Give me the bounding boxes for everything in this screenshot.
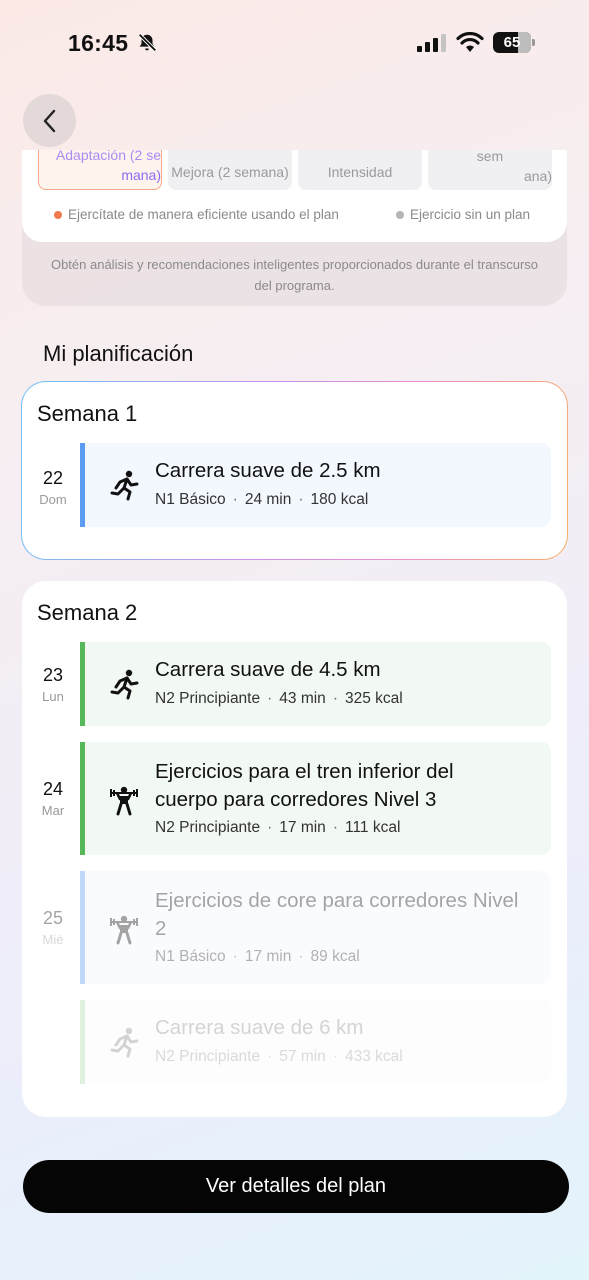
- workout-level: N2 Principiante: [155, 1048, 261, 1065]
- weightlifting-icon: [110, 786, 138, 816]
- workout-level: N2 Principiante: [155, 690, 261, 707]
- status-bar: 16:45 65: [0, 0, 589, 88]
- plan-phases-panel: Adaptación (2 se mana) Mejora (2 semana)…: [22, 150, 567, 242]
- week-card-1: Semana 1 22 Dom Carrera suave de 2.5 km …: [22, 382, 567, 559]
- workout-meta: N2 Principiante · 17 min · 111 kcal: [155, 819, 401, 836]
- workout-calories: 111 kcal: [344, 819, 401, 836]
- workout-level: N2 Principiante: [155, 819, 261, 836]
- workout-item[interactable]: Carrera suave de 2.5 km N1 Básico · 24 min…: [80, 443, 551, 527]
- day-number: 23: [42, 665, 64, 685]
- plan-footnote: Obtén análisis y recomendaciones intelig…: [50, 257, 539, 293]
- battery-level: 65: [503, 34, 521, 51]
- workout-meta: N1 Básico · 24 min · 180 kcal: [155, 491, 369, 508]
- day-label: 23 Lun: [30, 665, 76, 704]
- workout-title: Carrera suave de 2.5 km: [155, 459, 381, 482]
- chevron-left-icon: [43, 109, 55, 132]
- workout-meta: N1 Básico · 17 min · 89 kcal: [155, 948, 360, 965]
- day-number: 25: [42, 908, 64, 928]
- legend-label: Ejercítate de manera eficiente usando el…: [68, 207, 339, 222]
- workout-item[interactable]: Carrera suave de 6 km N2 Principiante · 57…: [80, 1000, 551, 1084]
- phase-competition[interactable]: Competición (4 sem ana): [428, 150, 552, 190]
- workout-calories: 325 kcal: [344, 690, 403, 707]
- day-number: 22: [42, 468, 64, 488]
- signal-icon: [417, 34, 446, 52]
- phase-label: Mejora (2 semana): [171, 164, 289, 180]
- day-label: 25 Mié: [30, 908, 76, 947]
- phase-improvement[interactable]: Mejora (2 semana): [168, 150, 292, 190]
- phase-intensity[interactable]: Intensidad: [298, 150, 422, 190]
- workout-duration: 57 min: [279, 1048, 326, 1065]
- view-plan-details-button[interactable]: Ver detalles del plan: [23, 1160, 569, 1213]
- running-icon: [110, 669, 139, 700]
- section-title: Mi planificación: [43, 341, 194, 366]
- week-title: Semana 2: [37, 600, 138, 625]
- running-icon: [110, 1027, 139, 1058]
- week-card-2: Semana 2 23 Lun Carrera suave de 4.5 km …: [22, 581, 567, 1117]
- wifi-icon: [456, 32, 484, 52]
- plan-overview-card: Adaptación (2 se mana) Mejora (2 semana)…: [22, 150, 567, 306]
- phase-label: Competición (4 sem: [476, 150, 504, 164]
- workout-title: Ejercicios para el tren inferior del cue…: [155, 760, 454, 811]
- workout-level: N1 Básico: [155, 948, 226, 965]
- workout-duration: 17 min: [244, 948, 292, 965]
- week-title: Semana 1: [37, 401, 138, 426]
- status-time: 16:45: [68, 30, 129, 56]
- workout-calories: 89 kcal: [310, 948, 360, 965]
- workout-meta: N2 Principiante · 57 min · 433 kcal: [155, 1048, 403, 1065]
- phase-label: mana): [121, 167, 161, 183]
- legend-dot: [54, 210, 62, 219]
- workout-item[interactable]: Ejercicios de core para corredores Nivel…: [80, 871, 551, 984]
- day-label: 22 Dom: [30, 468, 76, 507]
- workout-title: Ejercicios de core para corredores Nivel…: [155, 889, 519, 940]
- day-name: Mar: [41, 803, 65, 818]
- weightlifting-icon: [110, 915, 138, 945]
- workout-calories: 180 kcal: [310, 491, 369, 508]
- bell-off-icon: [138, 33, 157, 52]
- phase-label: Intensidad: [327, 164, 393, 180]
- workout-duration: 24 min: [244, 491, 292, 508]
- workout-meta: N2 Principiante · 43 min · 325 kcal: [155, 690, 403, 707]
- legend-label: Ejercicio sin un plan: [410, 207, 531, 222]
- running-icon: [110, 470, 139, 501]
- phase-adaptation[interactable]: Adaptación (2 se mana): [38, 150, 162, 190]
- back-button[interactable]: [23, 94, 76, 147]
- legend-dot: [396, 210, 404, 219]
- day-name: Mié: [42, 932, 64, 947]
- workout-item[interactable]: Ejercicios para el tren inferior del cue…: [80, 742, 551, 855]
- battery-icon: 65: [493, 32, 535, 53]
- workout-level: N1 Básico: [155, 491, 226, 508]
- day-number: 24: [42, 779, 64, 799]
- workout-duration: 43 min: [279, 690, 326, 707]
- day-name: Lun: [42, 689, 64, 704]
- legend-item-without-plan: Ejercicio sin un plan: [396, 207, 530, 222]
- workout-item[interactable]: Carrera suave de 4.5 km N2 Principiante ·…: [80, 642, 551, 726]
- phase-label: Adaptación (2 se: [55, 150, 161, 163]
- workout-title: Carrera suave de 4.5 km: [155, 658, 381, 681]
- workout-title: Carrera suave de 6 km: [155, 1016, 364, 1039]
- day-name: Dom: [39, 492, 67, 507]
- day-label: 24 Mar: [30, 779, 76, 818]
- phase-label: ana): [523, 168, 552, 184]
- legend-item-with-plan: Ejercítate de manera eficiente usando el…: [54, 207, 339, 222]
- workout-calories: 433 kcal: [344, 1048, 403, 1065]
- workout-duration: 17 min: [279, 819, 326, 836]
